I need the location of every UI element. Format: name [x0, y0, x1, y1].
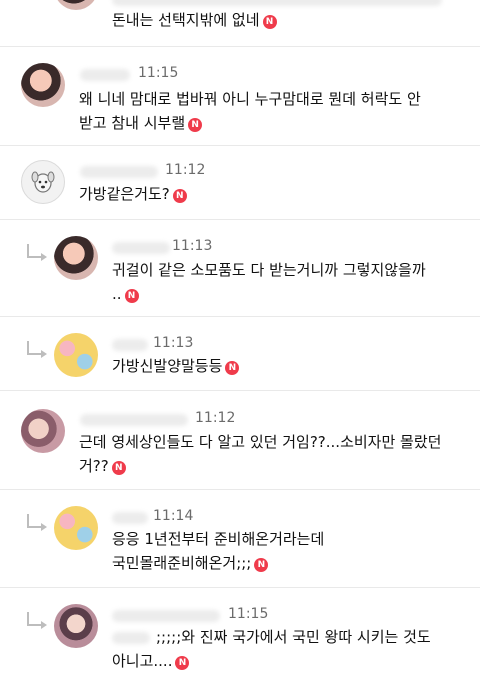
new-badge: N [175, 656, 190, 670]
avatar[interactable] [21, 409, 65, 453]
comment-time: 11:15 [228, 606, 269, 622]
reply-arrow-icon [27, 514, 47, 531]
comment-text: 근데 영세상인들도 다 알고 있던 거임??...소비자만 몰랐던 거?? N [79, 430, 441, 478]
avatar[interactable] [54, 604, 98, 648]
comment-text-line1: 가방신발양말등등 [112, 357, 223, 375]
comment-text-line1: 근데 영세상인들도 다 알고 있던 거임??...소비자만 몰랐던 [79, 433, 442, 451]
comment-time: 11:12 [195, 410, 236, 426]
avatar[interactable] [54, 236, 98, 280]
new-badge: N [124, 289, 139, 303]
username-blur [80, 414, 188, 426]
comment-time: 11:12 [165, 162, 206, 178]
comment-time: 11:14 [153, 508, 194, 524]
avatar[interactable] [21, 63, 65, 107]
new-badge: N [254, 558, 269, 572]
comment-text-line2: 아니고.... N [112, 649, 431, 673]
comment-text-line2: 국민몰래준비해온거;;; N [112, 551, 324, 575]
username-blur [112, 242, 170, 254]
username-blur [80, 166, 158, 178]
new-badge: N [111, 461, 126, 475]
comment-item: 11:12 가방같은거도? N [0, 146, 480, 219]
username-blur [80, 69, 130, 81]
comment-item: 11:12 근데 영세상인들도 다 알고 있던 거임??...소비자만 몰랐던 … [0, 391, 480, 489]
comment-item-reply: 11:13 귀걸이 같은 소모품도 다 받는거니까 그렇지않을까 .. N [0, 220, 480, 316]
comment-text-line2: 돈내는 선택지밖에 없네 [112, 11, 260, 29]
new-badge: N [225, 361, 240, 375]
comment-text: 응응 1년전부터 준비해온거라는데 국민몰래준비해온거;;; N [112, 527, 324, 575]
reply-arrow-icon [27, 341, 47, 358]
dog-icon [31, 171, 55, 193]
comment-text-line2: 거?? N [79, 454, 441, 478]
comment-item-reply: 11:13 가방신발양말등등 N [0, 317, 480, 390]
comment-item-reply: 11:14 응응 1년전부터 준비해온거라는데 국민몰래준비해온거;;; N [0, 490, 480, 587]
comment-text-line2: .. N [112, 282, 426, 306]
comment-item-reply: 11:15 ;;;;;와 진짜 국가에서 국민 왕따 시키는 것도 아니고...… [0, 588, 480, 686]
avatar[interactable] [54, 0, 98, 10]
comment-item: 돈내는 선택지밖에 없네 N [0, 0, 480, 46]
avatar[interactable] [54, 333, 98, 377]
new-badge: N [172, 189, 187, 203]
comment-text-line1: 왜 니네 맘대로 법바꿔 아니 누구맘대로 뭔데 허락도 안 [79, 90, 421, 108]
hidden-text-blur [112, 0, 442, 6]
comment-text: 가방같은거도? N [79, 182, 187, 206]
avatar[interactable] [54, 506, 98, 550]
comment-text: 왜 니네 맘대로 법바꿔 아니 누구맘대로 뭔데 허락도 안 받고 참내 시부랠… [79, 87, 421, 135]
comment-time: 11:15 [138, 65, 179, 81]
comment-text-line1: ;;;;;와 진짜 국가에서 국민 왕따 시키는 것도 [156, 628, 431, 646]
comment-text-line1: 응응 1년전부터 준비해온거라는데 [112, 530, 325, 548]
comment-item: 11:15 왜 니네 맘대로 법바꿔 아니 누구맘대로 뭔데 허락도 안 받고 … [0, 47, 480, 145]
username-blur [112, 512, 148, 524]
username-blur [112, 339, 148, 351]
avatar[interactable] [21, 160, 65, 204]
comment-time: 11:13 [172, 238, 213, 254]
comment-text: 돈내는 선택지밖에 없네 N [112, 8, 277, 32]
comment-text: 귀걸이 같은 소모품도 다 받는거니까 그렇지않을까 .. N [112, 258, 426, 306]
reply-arrow-icon [27, 612, 47, 629]
comment-text-line1: 귀걸이 같은 소모품도 다 받는거니까 그렇지않을까 [112, 261, 426, 279]
comment-text: 가방신발양말등등 N [112, 354, 240, 378]
comment-text-line2: 받고 참내 시부랠 N [79, 111, 421, 135]
new-badge: N [188, 118, 203, 132]
new-badge: N [262, 15, 277, 29]
comment-text: ;;;;;와 진짜 국가에서 국민 왕따 시키는 것도 아니고.... N [112, 625, 431, 673]
comment-time: 11:13 [153, 335, 194, 351]
comment-text-line1: 가방같은거도? [79, 185, 170, 203]
username-blur [112, 610, 220, 622]
reply-arrow-icon [27, 244, 47, 261]
